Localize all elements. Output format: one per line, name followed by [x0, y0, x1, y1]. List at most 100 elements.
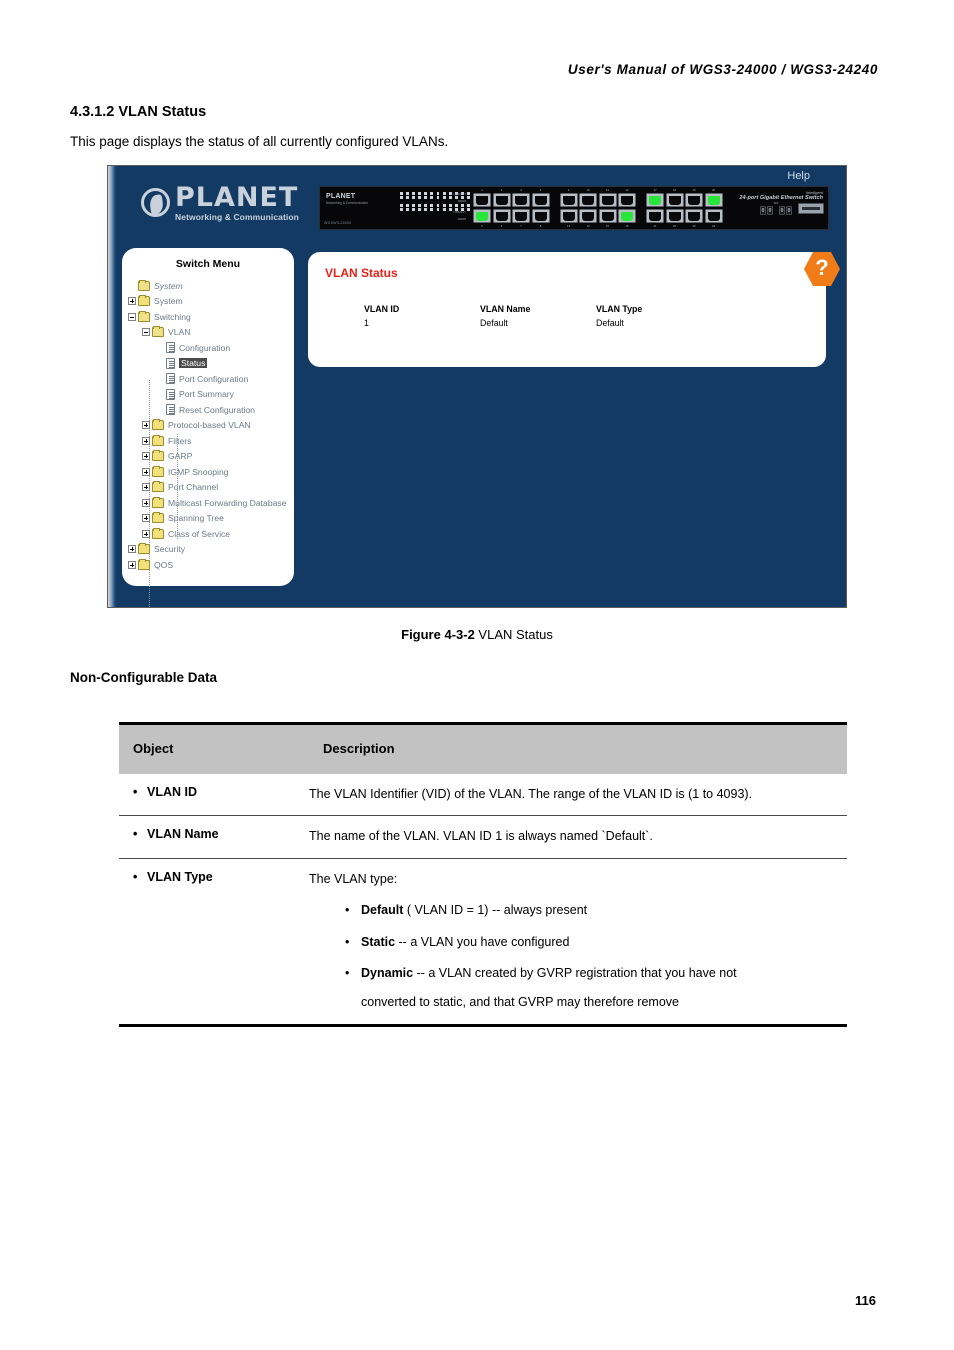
bullet-icon: • — [345, 965, 350, 980]
folder-open-icon — [152, 326, 164, 338]
vlan-col-name-header: VLAN Name — [480, 304, 531, 314]
logo-tagline: Networking & Communication — [175, 212, 299, 222]
folder-icon — [138, 295, 150, 307]
page-icon — [166, 388, 175, 400]
expand-plus-icon[interactable] — [128, 297, 136, 306]
expand-plus-icon[interactable] — [142, 467, 150, 476]
menu-item-igmp-snooping[interactable]: IGMP Snooping — [128, 464, 294, 480]
menu-item-system[interactable]: System — [128, 278, 294, 294]
page-icon — [166, 357, 175, 369]
collapse-minus-icon[interactable] — [142, 328, 150, 337]
tree-guide-line-2 — [177, 434, 178, 540]
description-text: The VLAN Identifier (VID) of the VLAN. T… — [309, 787, 753, 801]
vlan-col-type-header: VLAN Type — [596, 304, 643, 314]
help-link[interactable]: Help — [787, 170, 810, 182]
figure-caption: Figure 4-3-2 VLAN Status — [0, 627, 954, 642]
folder-icon — [138, 543, 150, 555]
folder-icon — [152, 419, 164, 431]
menu-item-label: Security — [154, 544, 186, 555]
menu-item-vlan[interactable]: VLAN — [128, 325, 294, 341]
menu-item-label: Multicast Forwarding Database — [168, 497, 287, 508]
menu-item-qos[interactable]: QOS — [128, 557, 294, 573]
sfp-slot-2: 0 0 — [779, 205, 792, 215]
expand-plus-icon[interactable] — [142, 498, 150, 507]
list-item: • Default ( VLAN ID = 1) -- always presen… — [309, 901, 847, 920]
menu-item-spanning-tree[interactable]: Spanning Tree — [128, 511, 294, 527]
device-title-block: Intelligent 24-port Gigabit Ethernet Swi… — [739, 190, 823, 201]
folder-icon — [152, 465, 164, 477]
object-cell: • VLAN ID — [119, 774, 309, 817]
device-model-label: WGSW3-24000 — [324, 221, 352, 225]
switch-menu-tree[interactable]: System System Switching VLAN Configuration St… — [122, 278, 294, 573]
led-group-label-top2: 1000M — [457, 199, 466, 203]
description-text: The VLAN type: — [309, 871, 398, 886]
list-item-term: Static — [361, 934, 396, 949]
switch-menu-title: Switch Menu — [175, 258, 241, 270]
object-label: VLAN ID — [147, 785, 197, 799]
expand-plus-icon[interactable] — [142, 529, 150, 538]
expand-plus-icon[interactable] — [142, 514, 150, 523]
list-item-term: Default — [361, 903, 404, 918]
menu-item-status[interactable]: Status — [128, 356, 294, 372]
expand-plus-icon[interactable] — [142, 421, 150, 430]
figure-caption-text: VLAN Status — [474, 627, 553, 642]
collapse-minus-icon[interactable] — [128, 312, 136, 321]
list-item-text: ( VLAN ID = 1) -- always present — [403, 903, 588, 918]
page-icon — [166, 342, 175, 354]
sfp-digit: 0 — [786, 205, 792, 215]
screenshot-left-gradient-strip — [108, 166, 117, 607]
led-group-label-bottom2: 1000M — [457, 217, 466, 221]
menu-item-garp[interactable]: GARP — [128, 449, 294, 465]
expand-plus-icon[interactable] — [142, 483, 150, 492]
table-row: • VLAN ID The VLAN Identifier (VID) of the… — [119, 774, 847, 817]
menu-item-label: Switching — [154, 311, 191, 322]
expand-plus-icon[interactable] — [142, 436, 150, 445]
device-brand-area: PLANET Networking & Communication WGSW3-… — [320, 187, 382, 229]
description-cell: The VLAN type: • Default ( VLAN ID = 1) --… — [309, 858, 847, 1027]
sfp-label: SFP — [773, 201, 779, 205]
menu-item-label: System — [154, 280, 183, 291]
description-table: Object Description • VLAN ID The VLAN Iden… — [119, 722, 847, 1027]
vlan-status-heading: VLAN Status — [325, 266, 398, 280]
menu-item-label: Port Summary — [179, 389, 234, 400]
list-item: • Static -- a VLAN you have configured — [309, 933, 847, 952]
logo-name: PLANET — [175, 182, 299, 213]
table-header-row: Object Description — [119, 722, 847, 774]
object-label: VLAN Type — [147, 869, 213, 884]
menu-item-reset-configuration[interactable]: Reset Configuration — [128, 402, 294, 418]
device-title-main: 24-port Gigabit Ethernet Switch — [739, 195, 823, 201]
help-question-icon[interactable]: ? — [804, 252, 840, 286]
description-cell: The name of the VLAN. VLAN ID 1 is alway… — [309, 815, 847, 859]
menu-item-class-of-service[interactable]: Class of Service — [128, 526, 294, 542]
section-intro-text: This page displays the status of all cur… — [70, 134, 449, 149]
menu-item-protocol-based-vlan[interactable]: Protocol-based VLAN — [128, 418, 294, 434]
expand-plus-icon[interactable] — [128, 545, 136, 554]
expand-plus-icon[interactable] — [128, 560, 136, 569]
menu-item-port-summary[interactable]: Port Summary — [128, 387, 294, 403]
list-item-text: -- a VLAN you have configured — [395, 934, 570, 949]
folder-open-icon — [138, 310, 150, 322]
menu-item-filters[interactable]: Filters — [128, 433, 294, 449]
menu-item-security[interactable]: Security — [128, 542, 294, 558]
menu-item-system[interactable]: System — [128, 294, 294, 310]
bullet-icon: • — [345, 903, 350, 918]
menu-item-switching[interactable]: Switching — [128, 309, 294, 325]
menu-item-port-channel[interactable]: Port Channel — [128, 480, 294, 496]
sfp-digit: 0 — [767, 205, 773, 215]
vlan-status-table: VLAN ID VLAN Name VLAN Type 1 Default De… — [364, 304, 712, 328]
folder-icon — [152, 450, 164, 462]
menu-item-configuration[interactable]: Configuration — [128, 340, 294, 356]
menu-item-port-configuration[interactable]: Port Configuration — [128, 371, 294, 387]
menu-item-multicast-forwarding-database[interactable]: Multicast Forwarding Database — [128, 495, 294, 511]
folder-icon — [138, 558, 150, 570]
led-group-label-bottom: LINK/ACT — [453, 210, 466, 214]
object-cell: • VLAN Type — [119, 858, 309, 1027]
folder-icon — [152, 527, 164, 539]
menu-item-label: Port Channel — [168, 482, 219, 493]
bullet-icon: • — [133, 869, 138, 884]
vlan-type-value: Default — [596, 318, 624, 328]
help-badge-label: ? — [815, 255, 829, 280]
expand-plus-icon[interactable] — [142, 452, 150, 461]
folder-icon — [152, 434, 164, 446]
port-group-3: 17 21 18 22 19 23 20 24 — [646, 188, 723, 228]
